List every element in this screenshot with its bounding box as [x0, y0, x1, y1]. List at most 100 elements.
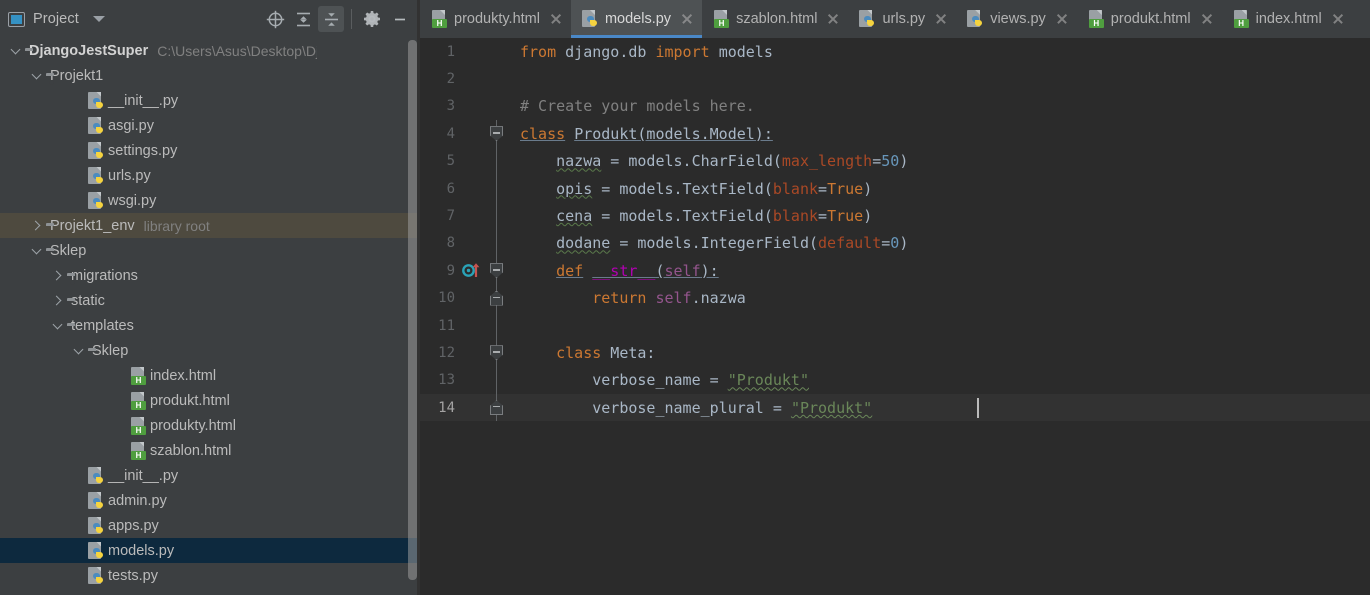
tree-item-szablon-html[interactable]: Hszablon.html: [0, 438, 420, 463]
code-folding-gutter[interactable]: [486, 174, 508, 203]
gutter-marker-area[interactable]: [458, 65, 486, 92]
gutter-marker-area[interactable]: [458, 367, 486, 394]
scroll-from-source-icon[interactable]: [262, 6, 288, 32]
code-folding-gutter[interactable]: [486, 65, 508, 92]
project-tree[interactable]: DjangoJestSuper C:\Users\Asus\Desktop\Dja…: [0, 38, 420, 595]
chevron-right-icon[interactable]: [50, 292, 67, 309]
gutter-marker-area[interactable]: [458, 93, 486, 120]
code-folding-gutter[interactable]: [486, 147, 508, 175]
fold-toggle-icon[interactable]: [490, 290, 503, 306]
chevron-down-icon[interactable]: [8, 42, 25, 59]
tree-item-sklep[interactable]: Sklep: [0, 338, 420, 363]
tree-item-urls-py[interactable]: urls.py: [0, 163, 420, 188]
gutter-marker-area[interactable]: [458, 312, 486, 339]
fold-toggle-icon[interactable]: [490, 263, 503, 279]
tree-item-admin-py[interactable]: admin.py: [0, 488, 420, 513]
gutter-marker-area[interactable]: [458, 257, 486, 284]
code-folding-gutter[interactable]: [486, 366, 508, 395]
editor-line[interactable]: 5 nazwa = models.CharField(max_length=50…: [420, 147, 1370, 175]
tree-item-djangojestsuper[interactable]: DjangoJestSuper C:\Users\Asus\Desktop\Dja…: [0, 38, 420, 63]
gutter-marker-area[interactable]: [458, 339, 486, 366]
tree-item-produkt-html[interactable]: Hprodukt.html: [0, 388, 420, 413]
editor-line[interactable]: 3 # Create your models here.: [420, 93, 1370, 120]
collapse-all-icon[interactable]: [318, 6, 344, 32]
editor-line[interactable]: 2: [420, 65, 1370, 92]
chevron-down-icon[interactable]: [71, 342, 88, 359]
editor-tab-models-py[interactable]: models.py: [570, 0, 703, 38]
code-folding-gutter[interactable]: [486, 339, 508, 367]
tree-item-apps-py[interactable]: apps.py: [0, 513, 420, 538]
code-folding-gutter[interactable]: [486, 120, 508, 148]
overrides-method-icon[interactable]: [462, 262, 482, 279]
fold-toggle-icon[interactable]: [490, 400, 503, 416]
code-folding-gutter[interactable]: [486, 229, 508, 258]
tree-item-projekt1[interactable]: Projekt1: [0, 63, 420, 88]
gutter-marker-area[interactable]: [458, 38, 486, 65]
tree-item-settings-py[interactable]: settings.py: [0, 138, 420, 163]
gutter-marker-area[interactable]: [458, 202, 486, 229]
editor-line[interactable]: 9 def __str__(self):: [420, 257, 1370, 285]
project-tree-scrollbar[interactable]: [408, 40, 417, 580]
code-folding-gutter[interactable]: [486, 257, 508, 285]
fold-toggle-icon[interactable]: [490, 345, 503, 361]
tree-item--init-py[interactable]: __init__.py: [0, 88, 420, 113]
code-folding-gutter[interactable]: [486, 394, 508, 422]
editor-line[interactable]: 6 opis = models.TextField(blank=True): [420, 174, 1370, 203]
editor-line[interactable]: 4 class Produkt(models.Model):: [420, 120, 1370, 148]
close-icon[interactable]: [826, 12, 840, 26]
code-folding-gutter[interactable]: [486, 93, 508, 120]
editor-line[interactable]: 7 cena = models.TextField(blank=True): [420, 202, 1370, 230]
close-icon[interactable]: [549, 12, 563, 26]
code-folding-gutter[interactable]: [486, 38, 508, 65]
editor-line[interactable]: 13 verbose_name = "Produkt": [420, 366, 1370, 395]
tree-item-static[interactable]: static: [0, 288, 420, 313]
tree-item-tests-py[interactable]: tests.py: [0, 563, 420, 588]
close-icon[interactable]: [1200, 12, 1214, 26]
chevron-down-icon[interactable]: [29, 67, 46, 84]
close-icon[interactable]: [1331, 12, 1345, 26]
editor-tab-urls-py[interactable]: urls.py: [848, 0, 956, 38]
tree-item-templates[interactable]: templates: [0, 313, 420, 338]
editor-line[interactable]: 1 from django.db import models: [420, 38, 1370, 65]
fold-toggle-icon[interactable]: [490, 126, 503, 142]
tree-item-projekt1-env[interactable]: Projekt1_env library root: [0, 213, 420, 238]
editor-line[interactable]: 11: [420, 311, 1370, 340]
expand-all-icon[interactable]: [290, 6, 316, 32]
gutter-marker-area[interactable]: [458, 394, 486, 421]
gutter-marker-area[interactable]: [458, 285, 486, 312]
close-icon[interactable]: [1055, 12, 1069, 26]
editor-line[interactable]: 10 return self.nazwa: [420, 284, 1370, 312]
tree-item-produkty-html[interactable]: Hprodukty.html: [0, 413, 420, 438]
editor-tab-szablon-html[interactable]: Hszablon.html: [702, 0, 848, 38]
editor-tab-views-py[interactable]: views.py: [956, 0, 1077, 38]
code-folding-gutter[interactable]: [486, 284, 508, 312]
chevron-down-icon[interactable]: [50, 317, 67, 334]
gutter-marker-area[interactable]: [458, 230, 486, 257]
tree-item-sklep[interactable]: Sklep: [0, 238, 420, 263]
chevron-down-icon[interactable]: [29, 242, 46, 259]
tree-item-models-py[interactable]: models.py: [0, 538, 420, 563]
gutter-marker-area[interactable]: [458, 120, 486, 147]
code-editor[interactable]: 1 from django.db import models 2 3 # Create …: [420, 38, 1370, 595]
close-icon[interactable]: [680, 12, 694, 26]
editor-tab-bar[interactable]: Hprodukty.html models.py Hszablon.html urls…: [420, 0, 1370, 38]
code-folding-gutter[interactable]: [486, 311, 508, 340]
gutter-marker-area[interactable]: [458, 175, 486, 202]
chevron-down-icon[interactable]: [92, 16, 105, 22]
tree-item-migrations[interactable]: migrations: [0, 263, 420, 288]
editor-tab-produkty-html[interactable]: Hprodukty.html: [420, 0, 571, 38]
tree-item-index-html[interactable]: Hindex.html: [0, 363, 420, 388]
tree-item--init-py[interactable]: __init__.py: [0, 463, 420, 488]
chevron-right-icon[interactable]: [50, 267, 67, 284]
tree-item-asgi-py[interactable]: asgi.py: [0, 113, 420, 138]
gutter-marker-area[interactable]: [458, 148, 486, 175]
close-icon[interactable]: [934, 12, 948, 26]
editor-line[interactable]: 14 verbose_name_plural = "Produkt": [420, 394, 1370, 422]
chevron-right-icon[interactable]: [29, 217, 46, 234]
editor-tab-index-html[interactable]: Hindex.html: [1222, 0, 1353, 38]
editor-tab-produkt-html[interactable]: Hprodukt.html: [1077, 0, 1222, 38]
gear-icon[interactable]: [359, 6, 385, 32]
editor-line[interactable]: 8 dodane = models.IntegerField(default=0…: [420, 229, 1370, 258]
code-folding-gutter[interactable]: [486, 202, 508, 230]
editor-line[interactable]: 12 class Meta:: [420, 339, 1370, 367]
